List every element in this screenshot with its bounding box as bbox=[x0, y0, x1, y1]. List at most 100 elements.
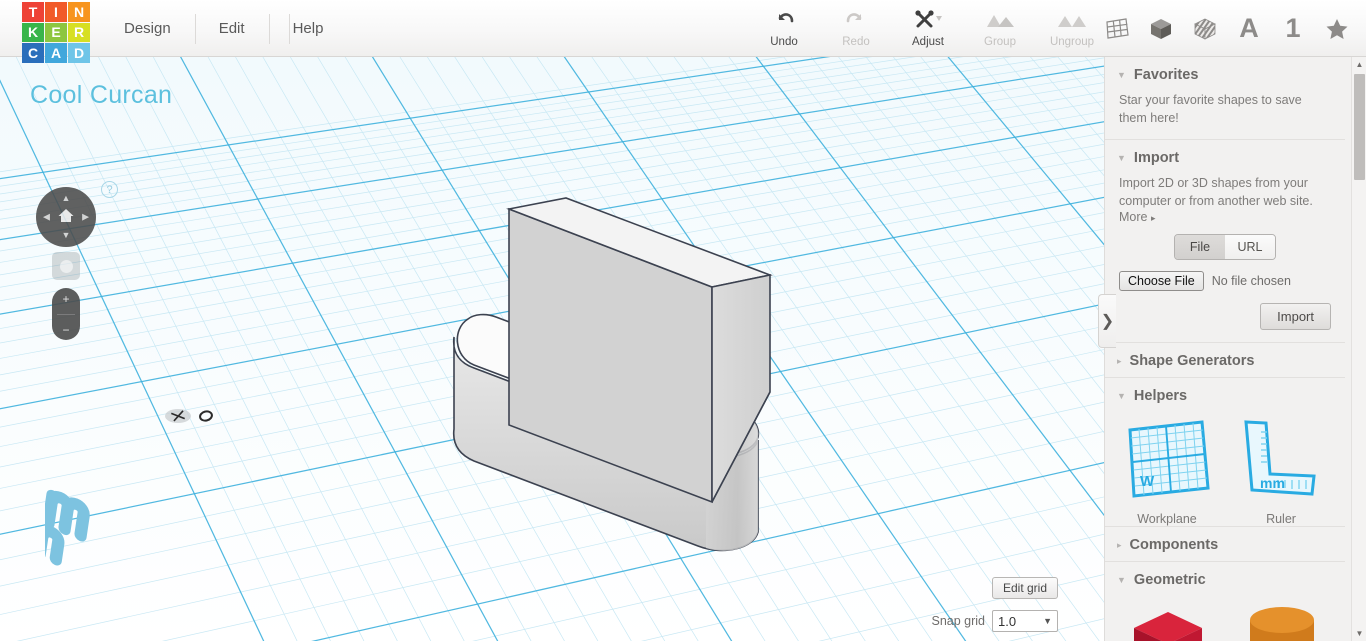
sidebar-scrollbar[interactable]: ▲ ▼ bbox=[1351, 57, 1366, 641]
menu-item-design[interactable]: Design bbox=[100, 0, 195, 57]
solid-cube-icon[interactable] bbox=[1142, 9, 1180, 49]
shape-box[interactable] bbox=[1117, 604, 1217, 641]
fit-icon bbox=[59, 259, 73, 273]
file-picker-row: Choose File No file chosen bbox=[1119, 271, 1331, 291]
sidebar-section-import[interactable]: ▼ Import bbox=[1105, 139, 1345, 174]
tool-label: Undo bbox=[770, 36, 798, 48]
menu-item-edit[interactable]: Edit bbox=[194, 0, 269, 57]
workplane-helper-icon: W bbox=[1124, 418, 1210, 505]
shapes-sidebar: ▼ Favorites Star your favorite shapes to… bbox=[1104, 57, 1366, 641]
nav-arrow-up-icon[interactable]: ▲ bbox=[62, 194, 71, 203]
menu-item-help[interactable]: Help bbox=[268, 0, 348, 57]
tinkercad-app: T I N K E R C A D Design Edit Help Undo … bbox=[0, 0, 1366, 641]
sidebar-section-geometric[interactable]: ▼ Geometric bbox=[1105, 561, 1345, 596]
edit-grid-button[interactable]: Edit grid bbox=[991, 577, 1058, 599]
design-title: Cool Curcan bbox=[30, 81, 173, 109]
import-button[interactable]: Import bbox=[1260, 303, 1331, 330]
helpers-body: W Workplane mm Ruler bbox=[1105, 412, 1345, 526]
hole-cube-icon[interactable] bbox=[1186, 9, 1224, 49]
tool-label: Redo bbox=[842, 36, 870, 48]
favorite-star-icon[interactable] bbox=[1318, 9, 1356, 49]
zoom-in-button[interactable]: + bbox=[62, 293, 69, 305]
workplane-grid-icon[interactable] bbox=[1098, 9, 1136, 49]
helper-label: Ruler bbox=[1266, 512, 1296, 526]
view-navigation-pad[interactable]: ▲ ▼ ◀ ▶ bbox=[36, 187, 96, 247]
main-menu: Design Edit Help bbox=[100, 0, 347, 57]
ruler-helper-icon: mm bbox=[1238, 418, 1324, 505]
snap-grid-value: 1.0 bbox=[998, 613, 1017, 629]
import-body: Import 2D or 3D shapes from your compute… bbox=[1105, 174, 1345, 342]
sidebar-section-favorites[interactable]: ▼ Favorites bbox=[1105, 57, 1345, 91]
helper-ruler[interactable]: mm Ruler bbox=[1231, 418, 1331, 526]
section-title: Helpers bbox=[1133, 388, 1188, 404]
tab-file[interactable]: File bbox=[1175, 235, 1225, 259]
section-title: Components bbox=[1129, 537, 1219, 553]
scroll-up-arrow[interactable]: ▲ bbox=[1352, 57, 1366, 72]
logo-tile: I bbox=[45, 2, 67, 22]
group-mountains-icon bbox=[985, 7, 1015, 33]
import-more-link[interactable]: More ▸ bbox=[1119, 210, 1331, 224]
section-title: Shape Generators bbox=[1129, 353, 1255, 369]
menu-divider bbox=[289, 14, 290, 44]
model-rounded-slab-with-wall[interactable] bbox=[440, 197, 800, 587]
import-action-row: Import bbox=[1119, 303, 1331, 330]
sidebar-section-helpers[interactable]: ▼ Helpers bbox=[1105, 377, 1345, 412]
edit-toolbar: Undo Redo Adjust Group Ungroup bbox=[748, 0, 1108, 57]
zoom-controls[interactable]: + − bbox=[52, 288, 80, 340]
choose-file-button[interactable]: Choose File bbox=[1119, 271, 1204, 291]
geometric-body bbox=[1105, 596, 1345, 641]
snap-grid-select[interactable]: 1.0 ▼ bbox=[992, 610, 1058, 632]
logo-tile: D bbox=[68, 43, 90, 63]
plane-annotation-marks bbox=[160, 402, 230, 432]
chevron-right-icon: ▸ bbox=[1117, 539, 1122, 550]
adjust-button[interactable]: Adjust bbox=[892, 0, 964, 57]
tinkercad-logo[interactable]: T I N K E R C A D bbox=[22, 2, 90, 63]
chevron-down-icon: ▼ bbox=[1117, 70, 1126, 80]
chevron-right-icon: ▸ bbox=[1150, 213, 1156, 223]
no-file-chosen-label: No file chosen bbox=[1211, 274, 1291, 288]
home-view-icon[interactable] bbox=[58, 208, 75, 226]
section-title: Import bbox=[1133, 150, 1180, 166]
sidebar-content: ▼ Favorites Star your favorite shapes to… bbox=[1105, 57, 1345, 641]
redo-arrow-icon bbox=[844, 7, 868, 33]
helper-workplane[interactable]: W Workplane bbox=[1117, 418, 1217, 526]
logo-tile: K bbox=[22, 22, 44, 43]
ungroup-mountains-icon bbox=[1057, 7, 1087, 33]
shape-cylinder[interactable] bbox=[1231, 604, 1331, 641]
more-label: More bbox=[1119, 210, 1148, 224]
scrollbar-thumb[interactable] bbox=[1354, 74, 1365, 180]
zoom-out-button[interactable]: − bbox=[62, 324, 69, 336]
chevron-down-icon: ▼ bbox=[1117, 391, 1126, 401]
3d-viewport[interactable]: Cool Curcan ▲ ▼ ◀ ▶ ? + − Edit grid Snap… bbox=[0, 57, 1104, 641]
logo-tile: A bbox=[45, 43, 67, 63]
favorites-body: Star your favorite shapes to save them h… bbox=[1105, 91, 1345, 139]
help-question-icon[interactable]: ? bbox=[101, 181, 118, 198]
undo-button[interactable]: Undo bbox=[748, 0, 820, 57]
logo-tile: T bbox=[22, 2, 44, 22]
menu-label: Design bbox=[124, 20, 171, 37]
helper-label: Workplane bbox=[1137, 512, 1197, 526]
section-title: Geometric bbox=[1133, 572, 1206, 588]
redo-button[interactable]: Redo bbox=[820, 0, 892, 57]
fit-to-view-button[interactable] bbox=[52, 252, 80, 280]
top-bar: T I N K E R C A D Design Edit Help Undo … bbox=[0, 0, 1366, 63]
chevron-down-icon: ▼ bbox=[1117, 153, 1126, 163]
segmented-control: File URL bbox=[1174, 234, 1276, 260]
import-source-tabs: File URL bbox=[1119, 234, 1331, 260]
zoom-divider bbox=[57, 313, 75, 315]
sidebar-collapse-handle[interactable]: ❯ bbox=[1098, 294, 1116, 348]
sidebar-section-components[interactable]: ▸ Components bbox=[1105, 526, 1345, 561]
nav-arrow-right-icon[interactable]: ▶ bbox=[82, 212, 89, 222]
tab-url[interactable]: URL bbox=[1225, 235, 1275, 259]
ruler-badge: mm bbox=[1260, 475, 1285, 491]
workplane-badge: W bbox=[1140, 473, 1155, 490]
group-button[interactable]: Group bbox=[964, 0, 1036, 57]
nav-arrow-down-icon[interactable]: ▼ bbox=[62, 231, 71, 240]
snap-grid-control: Snap grid 1.0 ▼ bbox=[931, 610, 1058, 632]
scroll-down-arrow[interactable]: ▼ bbox=[1352, 626, 1366, 641]
nav-arrow-left-icon[interactable]: ◀ bbox=[43, 212, 50, 222]
sidebar-section-shape-generators[interactable]: ▸ Shape Generators bbox=[1105, 342, 1345, 377]
text-letter-icon[interactable]: A bbox=[1230, 9, 1268, 49]
number-icon[interactable]: 1 bbox=[1274, 9, 1312, 49]
import-hint: Import 2D or 3D shapes from your compute… bbox=[1119, 176, 1313, 208]
